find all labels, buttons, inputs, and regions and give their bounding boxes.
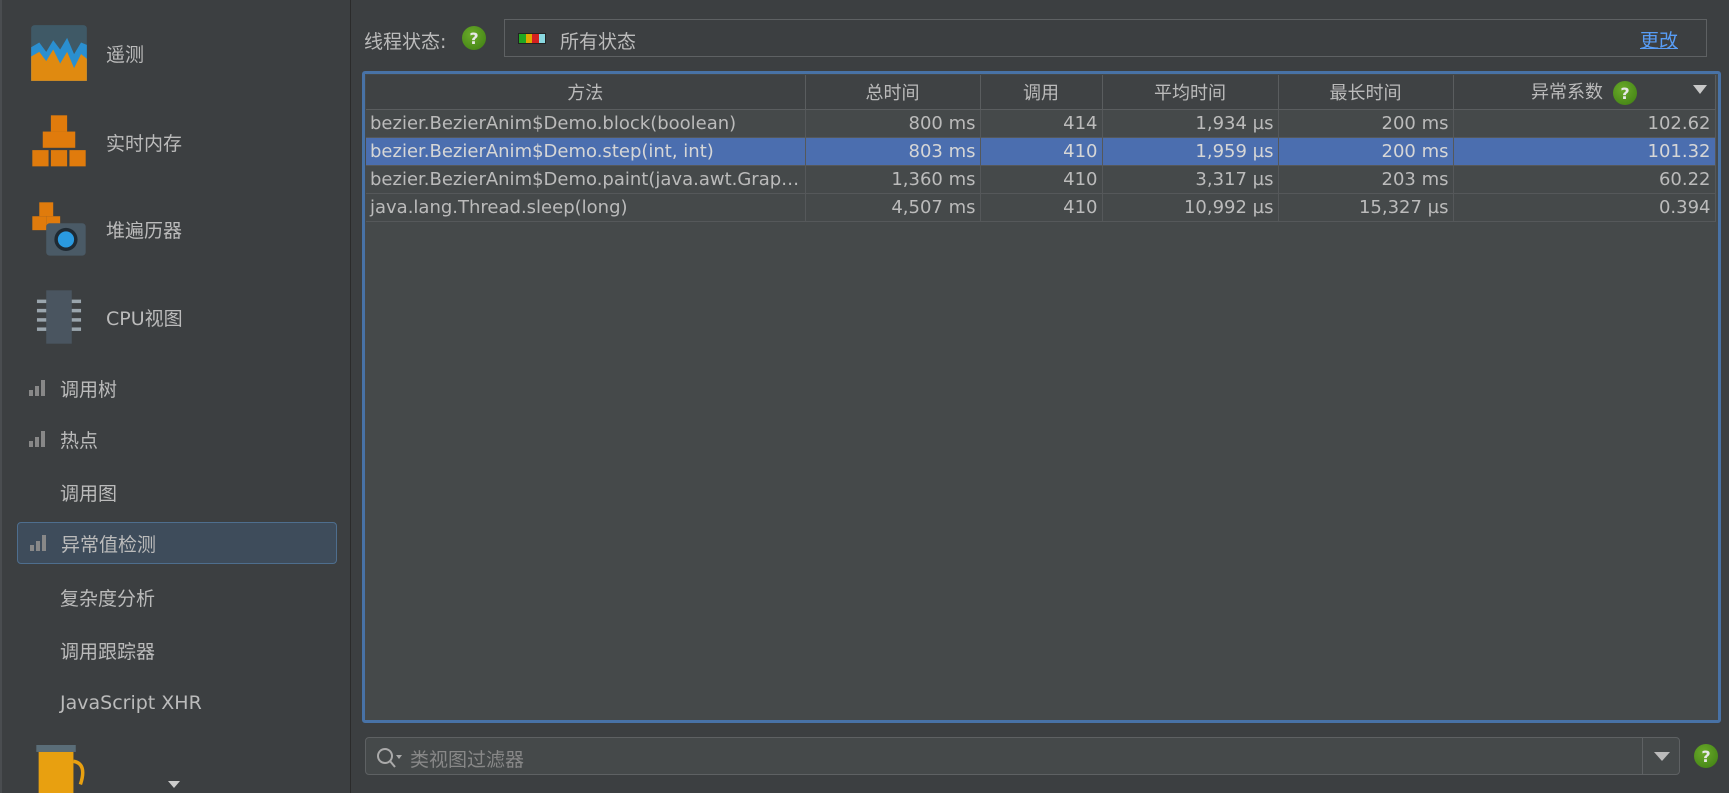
search-icon [377,748,402,768]
view-selector-sidebar: 遥测 实时内存 堆遍历器 CPU视图 调用树 热点 调用图 异常值检测 复杂度分… [0,0,351,793]
filter-dropdown-button[interactable] [1642,738,1679,774]
cell-invocations: 410 [980,137,1103,166]
table-row[interactable]: java.lang.Thread.sleep(long) 4,507 ms 410 1… [366,193,1716,222]
sidebar-item-label: 异常值检测 [61,533,157,556]
thread-state-selector: 所有状态 更改 [504,19,1707,57]
column-header-label: 总时间 [865,82,920,104]
live-memory-icon [32,115,86,167]
column-header-average-time[interactable]: 平均时间 [1102,75,1279,110]
filter-help-icon[interactable]: ? [1694,744,1718,768]
cpu-icon [36,290,82,344]
cell-max-time: 200 ms [1278,137,1454,166]
cell-max-time: 200 ms [1278,109,1454,138]
cell-outlier-coefficient: 101.32 [1453,137,1716,166]
column-header-label: 调用 [1023,82,1059,104]
sidebar-item-threads[interactable]: 线程 [30,745,92,793]
cell-invocations: 410 [980,165,1103,194]
table-row[interactable]: bezier.BezierAnim$Demo.block(boolean) 800… [366,109,1716,138]
sidebar-item-complexity-analysis[interactable]: 复杂度分析 [17,576,337,618]
sidebar-item-call-tree[interactable]: 调用树 [17,367,337,409]
cell-average-time: 10,992 µs [1102,193,1279,222]
cell-outlier-coefficient: 60.22 [1453,165,1716,194]
threads-icon [36,745,85,793]
filter-placeholder: 类视图过滤器 [410,749,525,771]
sidebar-item-label: 实时内存 [106,132,183,155]
bar-chart-icon [29,380,45,396]
cell-average-time: 1,934 µs [1102,109,1279,138]
table-row[interactable]: bezier.BezierAnim$Demo.paint(java.awt.Gr… [366,165,1716,194]
column-header-outlier-coefficient[interactable]: 异常系数? [1453,75,1716,110]
scroll-down-arrow[interactable] [168,781,180,788]
sidebar-item-javascript-xhr[interactable]: JavaScript XHR [17,682,337,724]
cell-total-time: 803 ms [805,137,981,166]
cell-invocations: 410 [980,193,1103,222]
cell-method: java.lang.Thread.sleep(long) [366,193,806,222]
cell-max-time: 203 ms [1278,165,1454,194]
sidebar-item-label: JavaScript XHR [60,692,202,714]
sidebar-item-label: 调用树 [60,378,118,401]
sidebar-item-label: 热点 [60,429,99,452]
column-header-invocations[interactable]: 调用 [980,75,1103,110]
sidebar-item-cpu-views[interactable]: CPU视图 [30,282,183,352]
cell-method: bezier.BezierAnim$Demo.block(boolean) [366,109,806,138]
bar-chart-icon [30,535,46,551]
sidebar-item-label: 复杂度分析 [60,587,156,610]
cell-method: bezier.BezierAnim$Demo.step(int, int) [366,137,806,166]
help-icon[interactable]: ? [462,26,486,50]
cell-total-time: 4,507 ms [805,193,981,222]
cell-outlier-coefficient: 102.62 [1453,109,1716,138]
column-header-label: 异常系数 [1531,82,1603,104]
thread-state-label: 线程状态: [364,31,447,53]
column-header-total-time[interactable]: 总时间 [805,75,981,110]
cell-total-time: 1,360 ms [805,165,981,194]
column-header-label: 最长时间 [1329,82,1402,104]
help-icon[interactable]: ? [1613,81,1637,106]
cell-total-time: 800 ms [805,109,981,138]
class-view-filter[interactable]: 类视图过滤器 [365,737,1680,775]
sidebar-item-call-graph[interactable]: 调用图 [17,471,337,513]
telemetry-icon [31,25,87,81]
thread-state-swatch-icon [518,33,546,44]
change-link[interactable]: 更改 [1640,26,1678,53]
sidebar-item-outlier-detection[interactable]: 异常值检测 [17,522,337,564]
heap-walker-icon [32,202,86,256]
sidebar-item-label: 调用图 [60,482,118,505]
cell-method: bezier.BezierAnim$Demo.paint(java.awt.Gr… [366,165,806,194]
sidebar-item-label: 遥测 [106,43,145,66]
outlier-table: 方法 总时间 调用 平均时间 最长时间 异常系数? bezier.BezierAnim$D… [362,71,1721,723]
cell-outlier-coefficient: 0.394 [1453,193,1716,222]
column-header-method[interactable]: 方法 [366,75,806,110]
cell-invocations: 414 [980,109,1103,138]
sidebar-item-label: 调用跟踪器 [60,640,156,663]
thread-state-value: 所有状态 [560,31,637,53]
column-header-label: 平均时间 [1154,82,1226,104]
bar-chart-icon [29,431,45,447]
sidebar-item-live-memory[interactable]: 实时内存 [30,107,182,177]
column-header-max-time[interactable]: 最长时间 [1278,75,1454,110]
sidebar-item-hot-spots[interactable]: 热点 [17,418,337,460]
thread-state-bar: 线程状态: ? 所有状态 更改 [364,19,1707,57]
sidebar-item-label: 堆遍历器 [106,219,183,242]
cell-average-time: 3,317 µs [1102,165,1279,194]
cell-max-time: 15,327 µs [1278,193,1454,222]
sort-descending-icon[interactable] [1692,85,1707,94]
cell-average-time: 1,959 µs [1102,137,1279,166]
sidebar-item-label: CPU视图 [106,307,183,330]
sidebar-item-call-tracer[interactable]: 调用跟踪器 [17,629,337,671]
sidebar-item-heap-walker[interactable]: 堆遍历器 [30,194,182,264]
table-row[interactable]: bezier.BezierAnim$Demo.step(int, int) 803… [366,137,1716,166]
sidebar-item-telemetry[interactable]: 遥测 [30,18,144,88]
column-header-label: 方法 [567,82,604,104]
